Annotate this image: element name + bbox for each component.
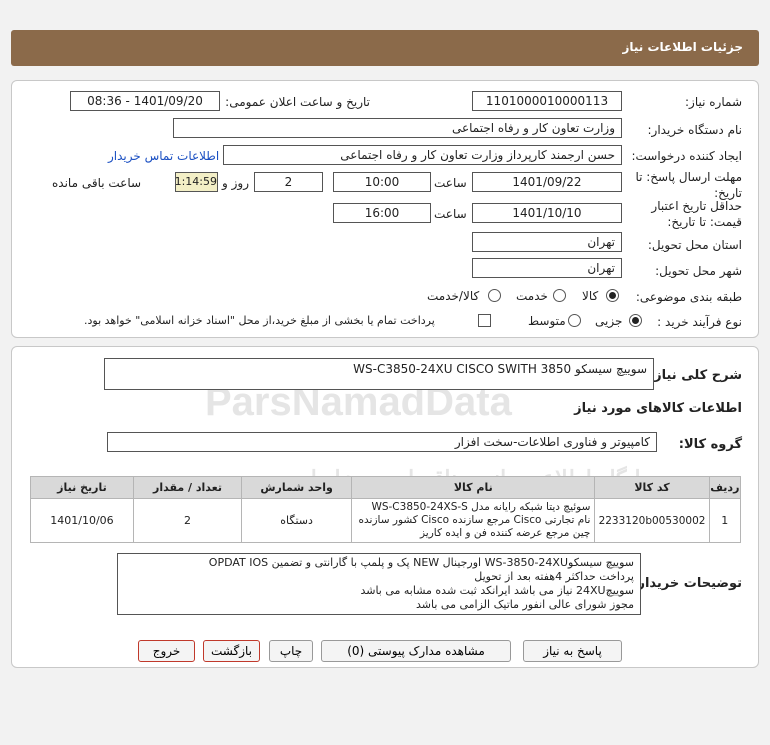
exit-button[interactable]: خروج bbox=[138, 640, 195, 662]
process-radio-minor[interactable] bbox=[629, 314, 642, 327]
validity-date-field: 1401/10/10 bbox=[472, 203, 622, 223]
process-type-label: نوع فرآیند خرید : bbox=[657, 315, 742, 329]
category-option-service: خدمت bbox=[516, 289, 548, 303]
col-header-code: کد کالا bbox=[594, 476, 710, 499]
process-radio-medium[interactable] bbox=[568, 314, 581, 327]
buyer-note-line: مجوز شورای عالی انفور ماتیک الزامی می با… bbox=[416, 598, 634, 611]
cell-date: 1401/10/06 bbox=[30, 498, 134, 543]
need-summary-label: شرح کلی نیاز: bbox=[648, 368, 742, 383]
buyer-notes-label: توضیحات خریدار: bbox=[632, 576, 742, 591]
reply-time-field: 10:00 bbox=[333, 172, 431, 192]
table-row: 1 2233120b00530002 سوئیچ دیتا شبکه رایان… bbox=[30, 498, 742, 543]
items-heading: اطلاعات کالاهای مورد نیاز bbox=[574, 401, 742, 416]
buyer-contact-link[interactable]: اطلاعات تماس خریدار bbox=[108, 149, 219, 163]
buyer-notes-box: سوییچ سیسکوWS-3850-24XU اورجینال NEW پک … bbox=[117, 553, 641, 615]
category-radio-goods[interactable] bbox=[606, 289, 619, 302]
city-field: تهران bbox=[472, 258, 622, 278]
need-summary-field: سوییچ سیسکو WS-C3850-24XU CISCO SWITH 38… bbox=[104, 358, 654, 390]
reply-deadline-label-2: تاریخ: bbox=[714, 186, 742, 200]
buyer-note-line: سوییچ سیسکوWS-3850-24XU اورجینال NEW پک … bbox=[208, 556, 634, 569]
buyer-org-field: وزارت تعاون کار و رفاه اجتماعی bbox=[173, 118, 622, 138]
city-label: شهر محل تحویل: bbox=[655, 264, 742, 278]
category-option-goods: کالا bbox=[582, 289, 599, 303]
remaining-time-field: 01:14:59 bbox=[175, 172, 218, 192]
col-header-name: نام کالا bbox=[351, 476, 596, 499]
col-header-unit: واحد شمارش bbox=[241, 476, 353, 499]
remaining-days-field: 2 bbox=[254, 172, 323, 192]
items-table: ردیف کد کالا نام کالا واحد شمارش تعداد /… bbox=[30, 476, 742, 543]
treasury-checkbox[interactable] bbox=[478, 314, 491, 327]
requester-label: ایجاد کننده درخواست: bbox=[631, 149, 742, 163]
days-label: روز و bbox=[222, 176, 249, 190]
cell-qty: 2 bbox=[132, 498, 243, 543]
cell-row: 1 bbox=[708, 498, 742, 543]
category-label: طبقه بندی موضوعی: bbox=[635, 290, 742, 304]
announce-field: 1401/09/20 - 08:36 bbox=[70, 91, 220, 111]
need-number-label: شماره نیاز: bbox=[685, 95, 742, 109]
reply-deadline-label: مهلت ارسال پاسخ: تا bbox=[635, 170, 742, 184]
goods-group-field: کامپیوتر و فناوری اطلاعات-سخت افزار bbox=[107, 432, 657, 452]
validity-label: حداقل تاریخ اعتبار bbox=[651, 199, 742, 213]
cell-code: 2233120b00530002 bbox=[594, 498, 710, 543]
announce-label: تاریخ و ساعت اعلان عمومی: bbox=[225, 95, 370, 109]
category-option-goods-service: کالا/خدمت bbox=[427, 289, 480, 303]
reply-time-label: ساعت bbox=[434, 176, 467, 190]
buyer-note-line: سوییچ24XU نیاز می باشد ایرانکد ثبت شده م… bbox=[360, 584, 634, 597]
validity-time-field: 16:00 bbox=[333, 203, 431, 223]
process-option-medium: متوسط bbox=[528, 314, 566, 328]
process-option-minor: جزیی bbox=[595, 314, 623, 328]
buyer-org-label: نام دستگاه خریدار: bbox=[647, 123, 743, 137]
validity-label-2: قیمت: تا تاریخ: bbox=[667, 215, 742, 229]
province-label: استان محل تحویل: bbox=[647, 238, 742, 252]
col-header-date: تاریخ نیاز bbox=[30, 476, 134, 499]
page-title: جزئیات اطلاعات نیاز bbox=[622, 40, 743, 54]
reply-button[interactable]: پاسخ به نیاز bbox=[523, 640, 622, 662]
remaining-time-label: ساعت باقی مانده bbox=[52, 176, 142, 190]
col-header-qty: تعداد / مقدار bbox=[132, 476, 243, 499]
view-attachments-button[interactable]: مشاهده مدارک پیوستی (0) bbox=[321, 640, 511, 662]
need-number-field: 1101000010000113 bbox=[472, 91, 622, 111]
category-radio-goods-service[interactable] bbox=[488, 289, 501, 302]
page-header: جزئیات اطلاعات نیاز bbox=[11, 30, 759, 66]
col-header-row: ردیف bbox=[708, 476, 742, 499]
print-button[interactable]: چاپ bbox=[269, 640, 313, 662]
table-header-row: ردیف کد کالا نام کالا واحد شمارش تعداد /… bbox=[30, 476, 742, 499]
back-button[interactable]: بازگشت bbox=[203, 640, 260, 662]
category-radio-service[interactable] bbox=[553, 289, 566, 302]
requester-field: حسن ارجمند کارپرداز وزارت تعاون کار و رف… bbox=[223, 145, 622, 165]
goods-group-label: گروه کالا: bbox=[678, 437, 742, 452]
cell-name: سوئیچ دیتا شبکه رایانه مدل WS-C3850-24XS… bbox=[351, 498, 596, 543]
validity-time-label: ساعت bbox=[434, 207, 467, 221]
reply-date-field: 1401/09/22 bbox=[472, 172, 622, 192]
province-field: تهران bbox=[472, 232, 622, 252]
buyer-note-line: پرداخت حداکثر 4هفته بعد از تحویل bbox=[474, 570, 634, 583]
treasury-note: پرداخت تمام یا بخشی از مبلغ خرید،از محل … bbox=[84, 314, 435, 327]
cell-unit: دستگاه bbox=[241, 498, 353, 543]
